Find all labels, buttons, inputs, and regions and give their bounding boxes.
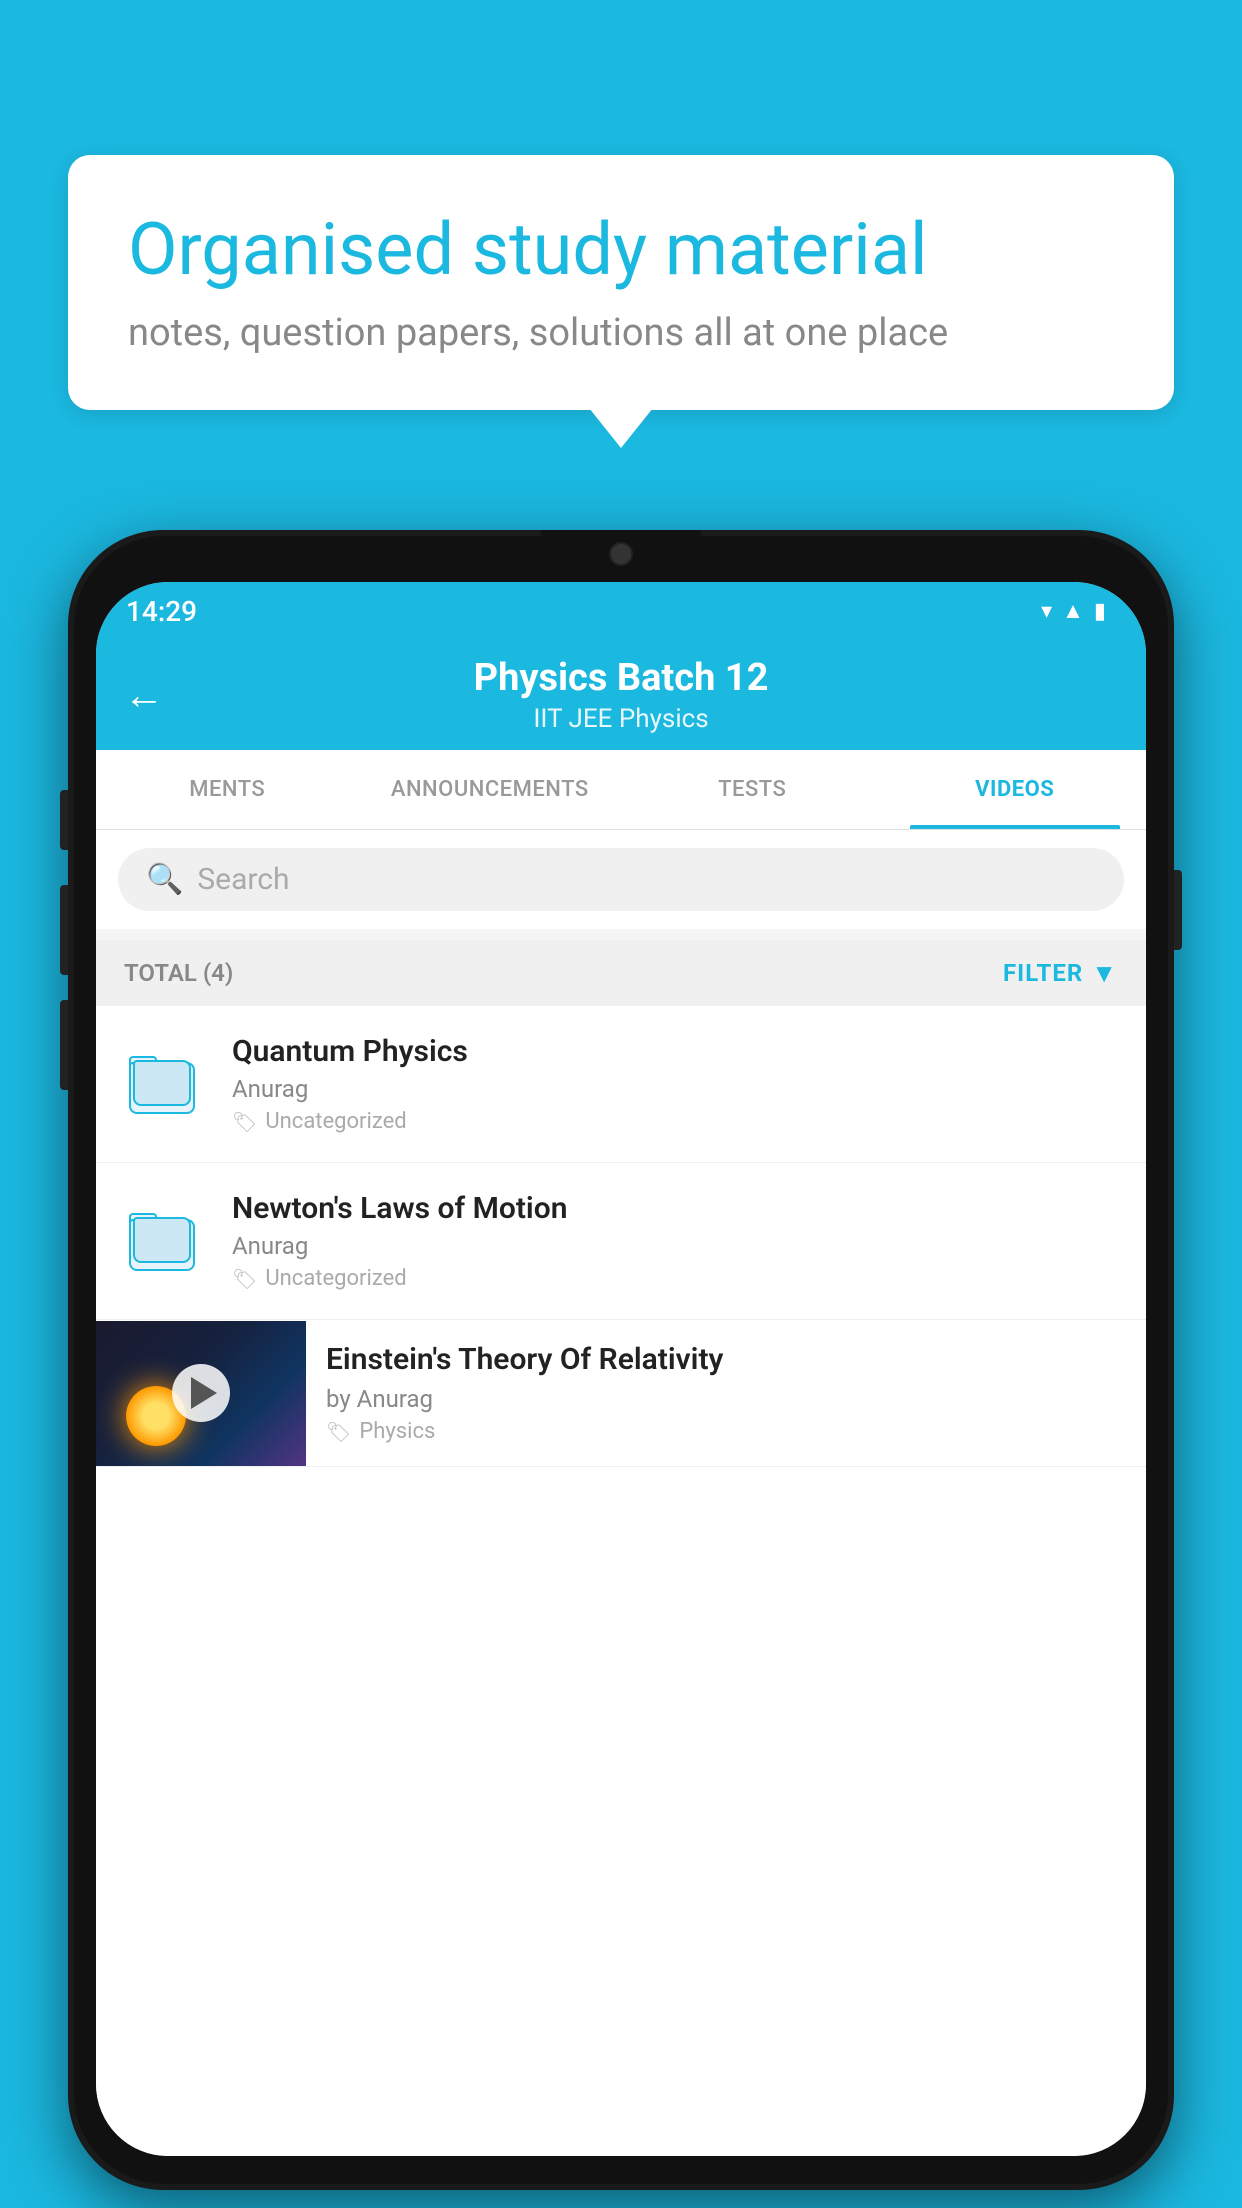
status-icons: ▾ ▲ ▮: [1041, 598, 1106, 624]
speech-card-subtitle: notes, question papers, solutions all at…: [128, 311, 1114, 355]
back-button[interactable]: ←: [124, 672, 164, 719]
tabs-bar: MENTS ANNOUNCEMENTS TESTS VIDEOS: [96, 750, 1146, 830]
speech-card: Organised study material notes, question…: [68, 155, 1174, 410]
search-icon: 🔍: [146, 862, 183, 897]
tab-announcements[interactable]: ANNOUNCEMENTS: [359, 750, 622, 829]
video-thumbnail: [96, 1321, 306, 1466]
list-item-author: Anurag: [232, 1232, 1122, 1260]
play-triangle-icon: [191, 1377, 217, 1409]
filter-button[interactable]: FILTER ▼: [1003, 958, 1118, 989]
list-item[interactable]: Quantum Physics Anurag 🏷 Uncategorized: [96, 1006, 1146, 1163]
volume-down-button: [60, 1000, 68, 1090]
phone-notch: [541, 530, 701, 578]
app-bar-subtitle: IIT JEE Physics: [533, 704, 708, 734]
signal-icon: ▲: [1062, 598, 1084, 624]
tag-icon: 🏷: [232, 1267, 257, 1291]
wifi-icon: ▾: [1041, 599, 1052, 624]
video-item-tag: 🏷 Physics: [326, 1419, 1126, 1444]
status-time: 14:29: [126, 595, 197, 628]
phone-screen: 14:29 ▾ ▲ ▮ ← Physics Batch 12 IIT JEE P…: [96, 582, 1146, 2156]
list-item-author: Anurag: [232, 1075, 1122, 1103]
list-item[interactable]: Newton's Laws of Motion Anurag 🏷 Uncateg…: [96, 1163, 1146, 1320]
list-item-video[interactable]: Einstein's Theory Of Relativity by Anura…: [96, 1320, 1146, 1467]
list-item-content: Quantum Physics Anurag 🏷 Uncategorized: [232, 1034, 1122, 1134]
volume-up-button: [60, 885, 68, 975]
tag-icon: 🏷: [232, 1110, 257, 1134]
search-input-wrap[interactable]: 🔍 Search: [118, 848, 1124, 911]
list-item-title: Quantum Physics: [232, 1034, 1122, 1069]
folder-icon: [129, 1211, 199, 1271]
app-bar: ← Physics Batch 12 IIT JEE Physics: [96, 640, 1146, 750]
mute-button: [60, 790, 68, 850]
folder-icon-wrap: [120, 1040, 208, 1128]
video-item-title: Einstein's Theory Of Relativity: [326, 1342, 1126, 1377]
video-item-content: Einstein's Theory Of Relativity by Anura…: [306, 1320, 1146, 1466]
tag-icon: 🏷: [326, 1420, 351, 1444]
list-item-tag: 🏷 Uncategorized: [232, 1266, 1122, 1291]
phone-mockup: 14:29 ▾ ▲ ▮ ← Physics Batch 12 IIT JEE P…: [68, 530, 1174, 2190]
speech-card-title: Organised study material: [128, 210, 1114, 289]
battery-icon: ▮: [1094, 599, 1106, 624]
filter-bar: TOTAL (4) FILTER ▼: [96, 940, 1146, 1006]
camera-lens: [609, 542, 633, 566]
status-bar: 14:29 ▾ ▲ ▮: [96, 582, 1146, 640]
filter-total: TOTAL (4): [124, 959, 233, 987]
play-button[interactable]: [172, 1364, 230, 1422]
power-button: [1174, 870, 1182, 950]
filter-funnel-icon: ▼: [1091, 958, 1118, 989]
list-area: Quantum Physics Anurag 🏷 Uncategorized: [96, 1006, 1146, 2156]
search-container: 🔍 Search: [96, 830, 1146, 929]
video-item-author: by Anurag: [326, 1385, 1126, 1413]
phone-frame: 14:29 ▾ ▲ ▮ ← Physics Batch 12 IIT JEE P…: [68, 530, 1174, 2190]
folder-icon-wrap: [120, 1197, 208, 1285]
list-item-content: Newton's Laws of Motion Anurag 🏷 Uncateg…: [232, 1191, 1122, 1291]
tab-videos[interactable]: VIDEOS: [884, 750, 1147, 829]
list-item-tag: 🏷 Uncategorized: [232, 1109, 1122, 1134]
list-item-title: Newton's Laws of Motion: [232, 1191, 1122, 1226]
tab-ments[interactable]: MENTS: [96, 750, 359, 829]
search-placeholder: Search: [197, 862, 289, 897]
app-bar-title: Physics Batch 12: [474, 656, 769, 700]
tab-tests[interactable]: TESTS: [621, 750, 884, 829]
folder-icon: [129, 1054, 199, 1114]
